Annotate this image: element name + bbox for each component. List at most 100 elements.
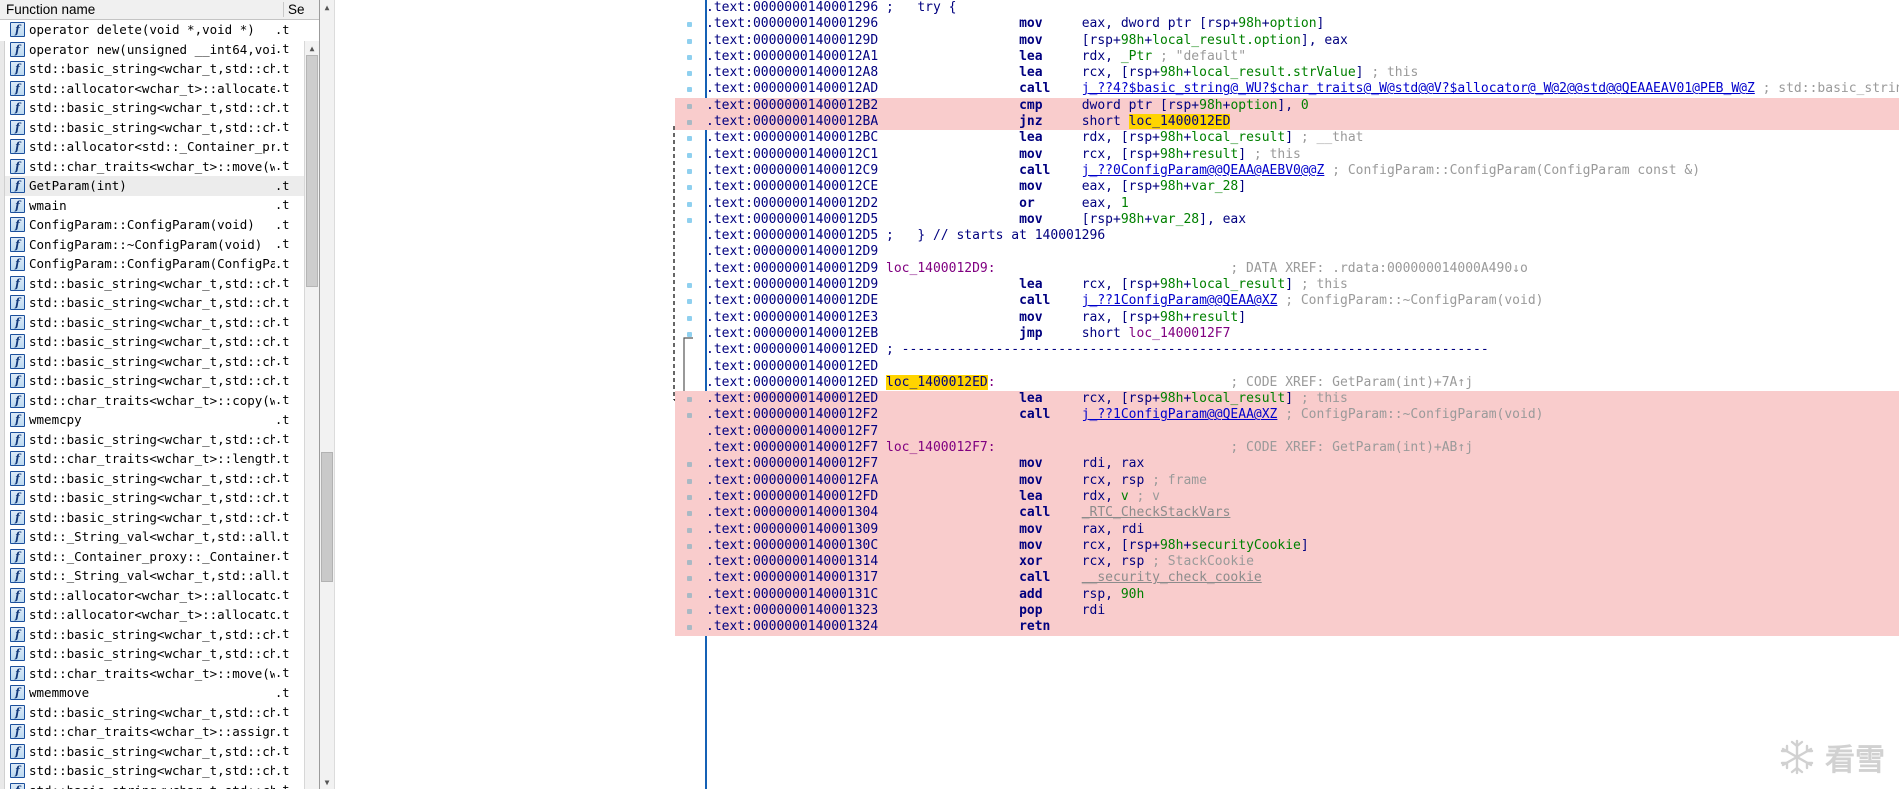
disassembly-line[interactable]: .text:00000001400012C1 mov rcx, [rsp+98h… [675, 147, 1899, 163]
disassembly-line[interactable]: .text:0000000140001324 retn [675, 619, 1899, 636]
disassembly-line[interactable]: .text:000000014000131C add rsp, 90h [675, 586, 1899, 603]
function-list-item[interactable]: f std::allocator<wchar_t>::allocator<⋯ .t [4, 586, 319, 606]
disassembly-line[interactable]: .text:00000001400012BA jnz short loc_140… [675, 114, 1899, 131]
disassembly-line[interactable]: .text:00000001400012D9 lea rcx, [rsp+98h… [675, 277, 1899, 293]
function-list-item[interactable]: fstd::basic_string<wchar_t,std::char⋯.t [4, 430, 319, 450]
instruction-marker-icon [687, 54, 692, 60]
function-icon: f [10, 412, 25, 428]
disassembly-line[interactable]: .text:00000001400012D5 mov [rsp+98h+var_… [675, 212, 1899, 228]
disassembly-line[interactable]: .text:00000001400012A1 lea rdx, _Ptr ; "… [675, 49, 1899, 65]
disassembly-line[interactable]: .text:00000001400012BC lea rdx, [rsp+98h… [675, 130, 1899, 146]
function-list-item[interactable]: f wmemcpy .t [4, 410, 319, 430]
disassembly-line[interactable]: .text:00000001400012ED ; ---------------… [675, 342, 1899, 358]
function-list-item[interactable]: f ConfigParam::ConfigParam(void) .t [4, 215, 319, 235]
disassembly-line[interactable]: .text:0000000140001323 pop rdi [675, 602, 1899, 620]
function-list-item[interactable]: fstd::basic_string<wchar_t,std::char⋯.t [4, 742, 319, 762]
disassembly-line[interactable]: .text:00000001400012D5 ; } // starts at … [675, 228, 1899, 244]
disassembly-line[interactable]: .text:000000014000130C mov rcx, [rsp+98h… [675, 537, 1899, 555]
function-list-item[interactable]: f ConfigParam::~ConfigParam(void) .t [4, 235, 319, 255]
disassembly-line[interactable]: .text:00000001400012F2 call j_??1ConfigP… [675, 407, 1899, 424]
function-list-item[interactable]: fstd::basic_string<wchar_t,std::char⋯.t [4, 703, 319, 723]
scrollbar-thumb[interactable] [306, 55, 318, 288]
function-list-item[interactable]: fstd::basic_string<wchar_t,std::char⋯.t [4, 625, 319, 645]
disassembly-line[interactable]: .text:0000000140001309 mov rax, rdi [675, 521, 1899, 538]
function-list-item[interactable]: f std::allocator<std::_Container_prox⋯ .t [4, 137, 319, 157]
disassembly-line[interactable]: .text:00000001400012FD lea rdx, v ; v [675, 488, 1899, 506]
disassembly-pane[interactable]: ▲ ▼ .text:0000000140001296 ; try {.text:… [320, 0, 1899, 789]
function-list-item[interactable]: f std::_String_val<wchar_t,std::alloc⋯ .t [4, 527, 319, 547]
disassembly-line[interactable]: .text:00000001400012E3 mov rax, [rsp+98h… [675, 310, 1899, 326]
function-list-item[interactable]: f std::char_traits<wchar_t>::move(wch⋯ .t [4, 664, 319, 684]
disassembly-scrollbar[interactable]: ▲ ▼ [320, 0, 335, 789]
function-list-item[interactable]: fstd::basic_string<wchar_t,std::char⋯.t [4, 508, 319, 528]
disassembly-line[interactable]: .text:00000001400012CE mov eax, [rsp+98h… [675, 179, 1899, 195]
column-header-segment[interactable]: Se [283, 2, 319, 18]
function-icon: f [10, 373, 25, 389]
disassembly-line[interactable]: .text:0000000140001304 call _RTC_CheckSt… [675, 505, 1899, 522]
instruction-marker-icon [687, 299, 692, 305]
function-list-item[interactable]: fstd::basic_string<wchar_t,std::char⋯.t [4, 469, 319, 489]
function-list-item[interactable]: f operator delete(void *,void *) .t [4, 20, 319, 40]
disassembly-line[interactable]: .text:00000001400012DE call j_??1ConfigP… [675, 293, 1899, 309]
function-list-item[interactable]: f std::char_traits<wchar_t>::assign(w⋯ .t [4, 722, 319, 742]
function-list-item[interactable]: fstd::basic_string<wchar_t,std::char⋯.t [4, 293, 319, 313]
disassembly-line[interactable]: .text:00000001400012F7 [675, 423, 1899, 441]
disasm-scrollbar-thumb[interactable] [321, 452, 333, 582]
function-list-item[interactable]: fstd::basic_string<wchar_t,std::char⋯.t [4, 644, 319, 664]
disassembly-line[interactable]: .text:00000001400012ED lea rcx, [rsp+98h… [675, 391, 1899, 408]
function-list-item[interactable]: f std::_Container_proxy::_Container_p⋯ .t [4, 547, 319, 567]
disassembly-line[interactable]: .text:00000001400012EB jmp short loc_140… [675, 326, 1899, 342]
function-list-item[interactable]: f std::allocator<wchar_t>::allocator<⋯ .t [4, 605, 319, 625]
function-list-item[interactable]: fstd::basic_string<wchar_t,std::char⋯.t [4, 118, 319, 138]
disassembly-line[interactable]: .text:00000001400012F7 mov rdi, rax [675, 456, 1899, 473]
disassembly-line[interactable]: .text:00000001400012FA mov rcx, rsp ; fr… [675, 472, 1899, 489]
scroll-up-icon[interactable]: ▲ [305, 41, 319, 56]
function-list-item[interactable]: fstd::basic_string<wchar_t,std::char⋯.t [4, 352, 319, 372]
disassembly-line[interactable]: .text:00000001400012D2 or eax, 1 [675, 196, 1899, 212]
function-list-item[interactable]: f std::char_traits<wchar_t>::copy(wch⋯ .t [4, 391, 319, 411]
function-list-item[interactable]: fstd::basic_string<wchar_t,std::char⋯.t [4, 313, 319, 333]
function-list-item[interactable]: f wmemmove .t [4, 683, 319, 703]
function-list-item[interactable]: f std::char_traits<wchar_t>::length(w⋯ .t [4, 449, 319, 469]
instruction-marker-icon [687, 511, 692, 517]
function-list-item[interactable]: f wmain .t [4, 196, 319, 216]
function-list-item[interactable]: fstd::basic_string<wchar_t,std::char⋯.t [4, 371, 319, 391]
disassembly-line[interactable]: .text:00000001400012C9 call j_??0ConfigP… [675, 163, 1899, 179]
disasm-scroll-up-icon[interactable]: ▲ [320, 0, 334, 14]
function-list-item[interactable]: f std::char_traits<wchar_t>::move(wch⋯ .t [4, 157, 319, 177]
disassembly-line[interactable]: .text:00000001400012AD call j_??4?$basic… [675, 81, 1899, 97]
function-list-item[interactable]: f ConfigParam::ConfigParam(ConfigPara⋯ .t [4, 254, 319, 274]
disassembly-line[interactable]: .text:0000000140001296 ; try { [675, 0, 1899, 16]
disassembly-line[interactable]: .text:0000000140001296 mov eax, dword pt… [675, 16, 1899, 32]
functions-list[interactable]: f operator delete(void *,void *) .t f operat… [0, 20, 319, 789]
disassembly-line[interactable]: .text:00000001400012ED loc_1400012ED: ; … [675, 374, 1899, 391]
function-list-item[interactable]: fstd::basic_string<wchar_t,std::char⋯.t [4, 98, 319, 118]
instruction-marker-icon [687, 527, 692, 533]
disassembly-line[interactable]: .text:000000014000129D mov [rsp+98h+loca… [675, 33, 1899, 49]
disassembly-line[interactable]: .text:0000000140001317 call __security_c… [675, 570, 1899, 587]
function-icon: f [10, 41, 25, 57]
functions-list-scrollbar[interactable]: ▲ ▼ [304, 41, 319, 789]
function-name-label: std::allocator<std::_Container_prox⋯ [29, 139, 275, 155]
column-header-function-name[interactable]: Function name [0, 2, 283, 17]
function-list-item[interactable]: f std::allocator<wchar_t>::allocate(u⋯ .t [4, 79, 319, 99]
function-list-item[interactable]: f std::_String_val<wchar_t,std::alloc⋯ .t [4, 566, 319, 586]
disassembly-line[interactable]: .text:00000001400012B2 cmp dword ptr [rs… [675, 97, 1899, 115]
disassembly-line[interactable]: .text:0000000140001314 xor rcx, rsp ; St… [675, 554, 1899, 571]
disassembly-line[interactable]: .text:00000001400012A8 lea rcx, [rsp+98h… [675, 65, 1899, 81]
function-list-item[interactable]: fstd::basic_string<wchar_t,std::char⋯.t [4, 488, 319, 508]
function-list-item[interactable]: fstd::basic_string<wchar_t,std::char⋯.t [4, 761, 319, 781]
disassembly-line[interactable]: .text:00000001400012F7 loc_1400012F7: ; … [675, 440, 1899, 457]
disassembly-line[interactable]: .text:00000001400012ED [675, 359, 1899, 375]
function-list-item[interactable]: fstd::basic_string<wchar_t,std::char⋯.t [4, 332, 319, 352]
disasm-scroll-down-icon[interactable]: ▼ [320, 775, 334, 789]
function-list-item[interactable]: fstd::basic_string<wchar_t,std::char⋯.t [4, 59, 319, 79]
disassembly-line[interactable]: .text:00000001400012D9 [675, 244, 1899, 260]
function-list-item[interactable]: fstd::basic_string<wchar_t,std::char⋯.t [4, 274, 319, 294]
function-list-item[interactable]: foperator new(unsigned __int64,void *).t [4, 40, 319, 60]
disassembly-listing[interactable]: .text:0000000140001296 ; try {.text:0000… [675, 0, 1899, 789]
function-list-item[interactable]: f GetParam(int) .t [4, 176, 319, 196]
function-icon: f [10, 334, 25, 350]
disassembly-line[interactable]: .text:00000001400012D9 loc_1400012D9: ; … [675, 261, 1899, 277]
function-list-item[interactable]: fstd::basic_string<wchar_t,std::char⋯.t [4, 781, 319, 789]
